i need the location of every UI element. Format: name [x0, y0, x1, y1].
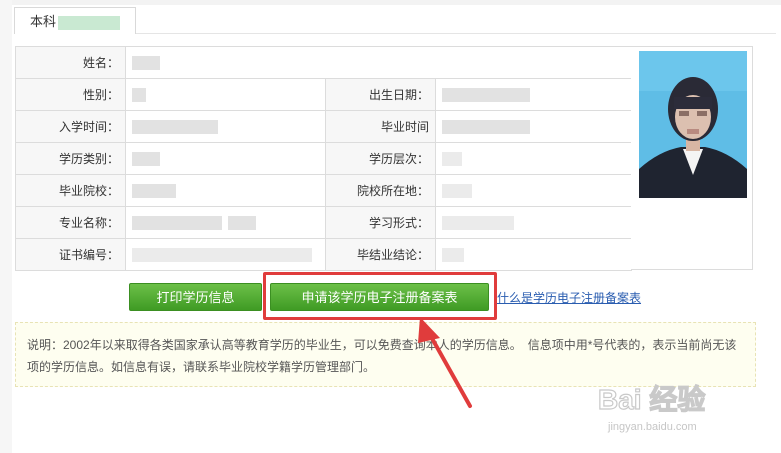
print-education-button[interactable]: 打印学历信息: [129, 283, 262, 311]
value-certificate-no: [125, 238, 326, 271]
tab-divider: [136, 33, 776, 34]
window-top-edge: [0, 0, 781, 5]
label-graduation-result: 毕结业结论：: [325, 238, 436, 271]
value-school-location: [434, 174, 633, 207]
table-row: 专业名称： 学习形式：: [15, 206, 633, 239]
table-row: 毕业院校： 院校所在地：: [15, 174, 633, 207]
value-graduation-date: [434, 110, 633, 143]
label-study-form: 学习形式：: [325, 206, 436, 239]
label-birthdate: 出生日期：: [325, 78, 436, 111]
label-enroll-date: 入学时间：: [15, 110, 126, 143]
what-is-registration-form-link[interactable]: 什么是学历电子注册备案表: [497, 290, 641, 306]
watermark-brand: Bai 经验: [598, 383, 705, 415]
label-major: 专业名称：: [15, 206, 126, 239]
label-school-location: 院校所在地：: [325, 174, 436, 207]
label-edu-level: 学历层次：: [325, 142, 436, 175]
label-school: 毕业院校：: [15, 174, 126, 207]
education-info-table: 姓名： 性别： 出生日期： 入学时间： 毕业时间 学历类别： 学历层次： 毕业院…: [15, 46, 633, 271]
value-edu-level: [434, 142, 633, 175]
value-graduation-result: [434, 238, 633, 271]
table-row: 学历类别： 学历层次：: [15, 142, 633, 175]
table-row: 姓名：: [15, 46, 633, 79]
student-photo: [639, 51, 747, 198]
value-enroll-date: [125, 110, 326, 143]
value-gender: [125, 78, 326, 111]
tab-label: 本科: [30, 14, 57, 29]
value-major: [125, 206, 326, 239]
value-birthdate: [434, 78, 633, 111]
photo-cell: [631, 46, 753, 270]
info-note: 说明：2002年以来取得各类国家承认高等教育学历的毕业生，可以免费查询本人的学历…: [15, 322, 756, 387]
label-graduation-date: 毕业时间: [325, 110, 436, 143]
highlight-box: [263, 272, 497, 320]
value-school: [125, 174, 326, 207]
label-gender: 性别：: [15, 78, 126, 111]
left-margin: [0, 0, 12, 453]
value-edu-category: [125, 142, 326, 175]
blurred-tab-text: [58, 15, 121, 30]
label-certificate-no: 证书编号：: [15, 238, 126, 271]
table-row: 性别： 出生日期：: [15, 78, 633, 111]
table-row: 入学时间： 毕业时间: [15, 110, 633, 143]
value-name: [124, 46, 633, 79]
watermark-url: jingyan.baidu.com: [607, 421, 697, 433]
table-row: 证书编号： 毕结业结论：: [15, 238, 633, 271]
label-name: 姓名：: [15, 46, 126, 79]
tab-education-level[interactable]: 本科: [14, 7, 136, 34]
value-study-form: [434, 206, 633, 239]
label-edu-category: 学历类别：: [15, 142, 126, 175]
